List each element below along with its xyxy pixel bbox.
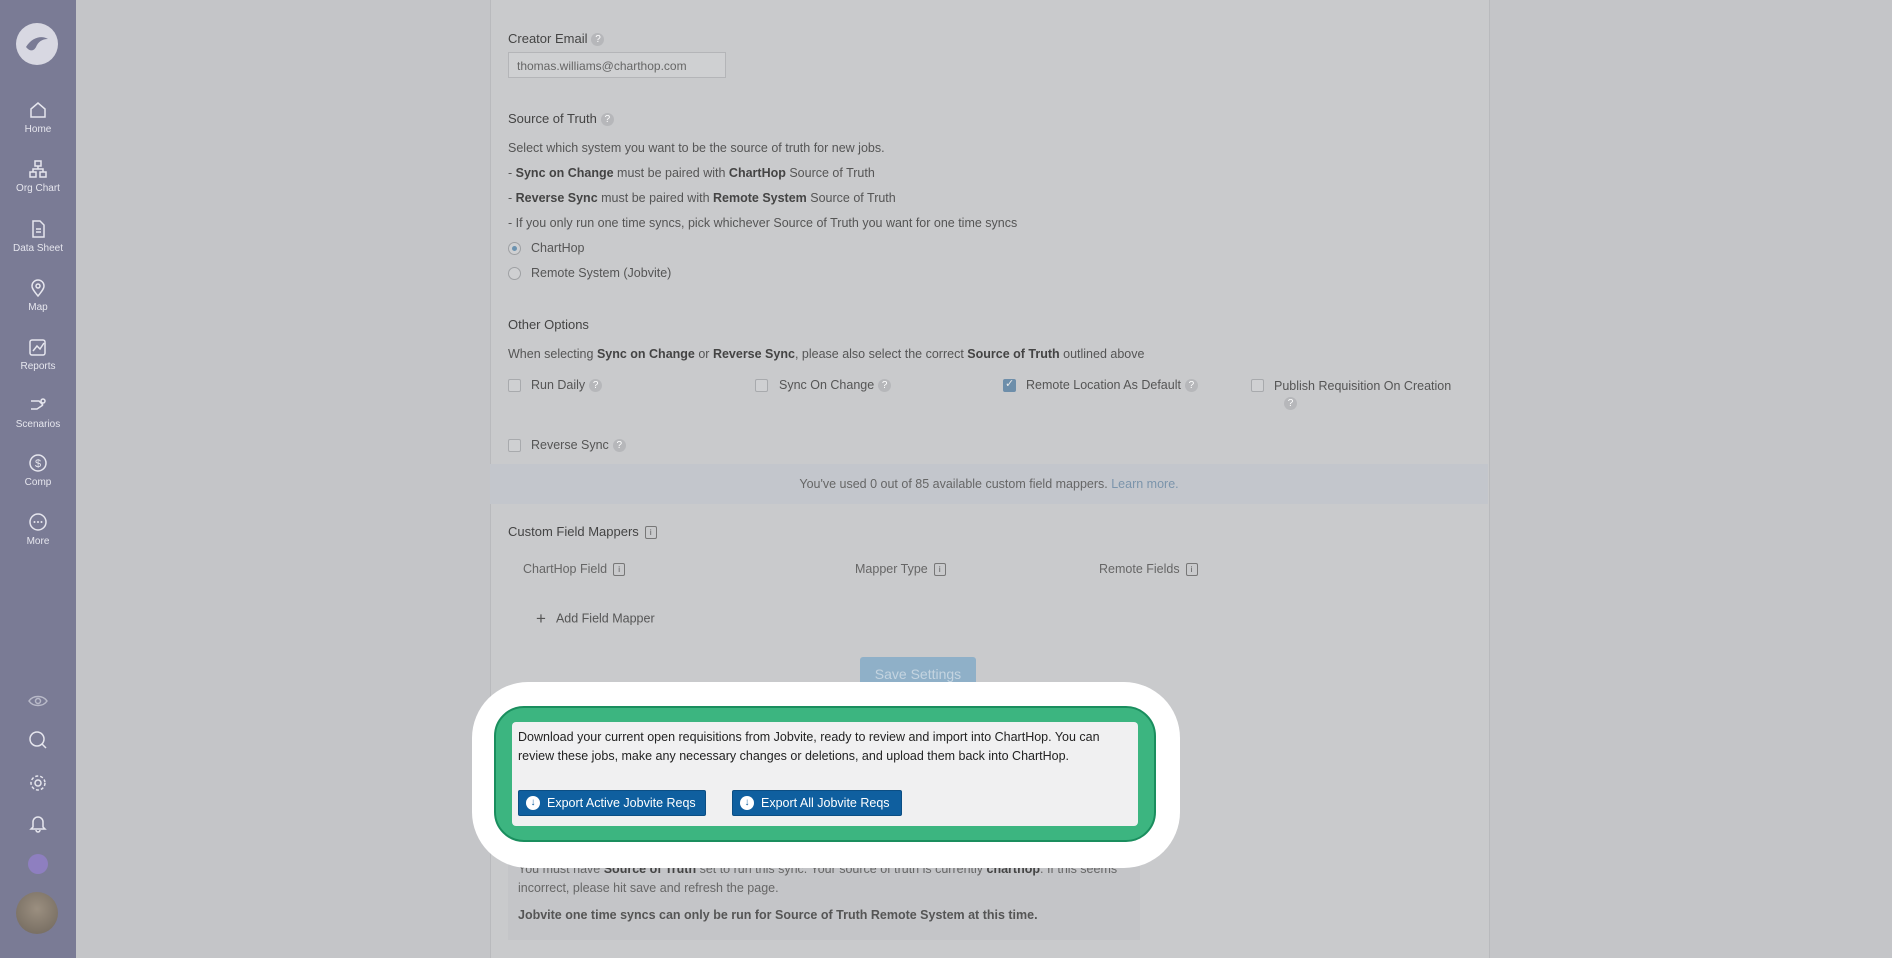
help-icon[interactable]: ? (1284, 397, 1297, 411)
creator-email-field[interactable]: thomas.williams@charthop.com (508, 52, 726, 78)
gear-icon[interactable] (25, 770, 51, 796)
custom-field-mappers-title: Custom Field Mappers i (508, 524, 657, 540)
nav-item-map[interactable]: Map (0, 278, 76, 313)
data-sheet-icon (32, 220, 45, 238)
sot-rule-sync-on-change: - Sync on Change must be paired with Cha… (508, 166, 875, 180)
plus-icon: + (536, 609, 546, 628)
run-daily-label: Run Daily? (531, 378, 603, 393)
help-icon[interactable]: ? (600, 113, 614, 127)
svg-text:$: $ (35, 458, 41, 470)
info-icon[interactable]: i (933, 563, 946, 577)
remote-location-label: Remote Location As Default? (1026, 378, 1198, 393)
other-options-intro: When selecting Sync on Change or Reverse… (508, 347, 1145, 361)
nav-item-more[interactable]: More (0, 512, 76, 547)
info-icon[interactable]: i (1185, 563, 1198, 577)
nav-item-home[interactable]: Home (0, 100, 76, 135)
more-icon (29, 513, 47, 531)
left-sidebar: Home Org Chart Data Sheet Map Reports Sc… (0, 0, 76, 958)
col-charthop-field: ChartHop Field i (523, 562, 626, 577)
radio-charthop-label: ChartHop (531, 241, 585, 255)
source-of-truth-label: Source of Truth? (508, 111, 614, 127)
checkbox-run-daily[interactable] (508, 379, 521, 392)
checkbox-sync-on-change[interactable] (755, 379, 768, 392)
col-mapper-type: Mapper Type i (855, 562, 946, 577)
export-jobvite-reqs-card: Download your current open requisitions … (512, 722, 1138, 826)
learn-more-link[interactable]: Learn more. (1111, 477, 1178, 491)
org-chart-icon (29, 160, 47, 178)
help-icon[interactable]: ? (1184, 379, 1198, 393)
nav-item-reports[interactable]: Reports (0, 337, 76, 372)
logo-bird-icon (26, 37, 48, 51)
radio-remote-label: Remote System (Jobvite) (531, 266, 672, 280)
nav-item-data-sheet[interactable]: Data Sheet (0, 219, 76, 254)
user-avatar[interactable] (16, 892, 58, 934)
help-icon[interactable]: ? (612, 439, 626, 453)
reports-icon (29, 339, 46, 356)
sync-on-change-label: Sync On Change? (779, 378, 892, 393)
checkbox-reverse-sync[interactable] (508, 439, 521, 452)
download-icon: ↓ (740, 796, 754, 810)
publish-requisition-label: Publish Requisition On Creation? (1274, 379, 1452, 411)
export-active-jobvite-reqs-button[interactable]: ↓ Export Active Jobvite Reqs (518, 790, 706, 816)
app-logo[interactable] (16, 23, 58, 65)
nav-item-org-chart[interactable]: Org Chart (0, 159, 76, 194)
info-icon[interactable]: i (644, 526, 657, 540)
scenarios-icon (31, 398, 46, 410)
reverse-sync-label: Reverse Sync? (531, 438, 626, 453)
info-icon[interactable]: i (613, 563, 626, 577)
radio-remote-system[interactable] (508, 267, 521, 280)
nav-label: Data Sheet (12, 243, 64, 254)
nav-label: Comp (24, 477, 52, 488)
other-options-label: Other Options (508, 317, 589, 332)
warning-line-2: incorrect, please hit save and refresh t… (518, 881, 779, 895)
nav-label: Scenarios (15, 419, 61, 430)
search-icon[interactable] (25, 727, 51, 753)
nav-item-scenarios[interactable]: Scenarios (0, 395, 76, 430)
sot-rule-one-time: - If you only run one time syncs, pick w… (508, 216, 1018, 230)
eye-icon[interactable] (25, 688, 51, 714)
dollar-icon: $ (29, 454, 47, 472)
add-field-mapper-button[interactable]: + Add Field Mapper (536, 609, 655, 629)
radio-charthop[interactable] (508, 242, 521, 255)
checkbox-publish-requisition[interactable] (1251, 379, 1264, 392)
checkbox-remote-location-default[interactable] (1003, 377, 1016, 392)
sot-rule-reverse-sync: - Reverse Sync must be paired with Remot… (508, 191, 896, 205)
nav-label: Org Chart (16, 183, 60, 194)
help-icon[interactable]: ? (878, 379, 892, 393)
col-remote-fields: Remote Fields i (1099, 562, 1198, 577)
help-icon[interactable]: ? (591, 33, 605, 47)
download-icon: ↓ (526, 796, 540, 810)
nav-label: Home (24, 124, 52, 135)
sot-intro: Select which system you want to be the s… (508, 141, 885, 155)
export-description: Download your current open requisitions … (518, 730, 1100, 763)
workspace-avatar[interactable] (28, 854, 48, 874)
map-pin-icon (31, 279, 45, 298)
creator-email-label: Creator Email? (508, 31, 605, 47)
warning-line-3: Jobvite one time syncs can only be run f… (518, 908, 1038, 922)
nav-label: More (26, 536, 50, 547)
nav-item-comp[interactable]: $ Comp (0, 453, 76, 488)
bell-icon[interactable] (25, 810, 51, 836)
export-all-jobvite-reqs-button[interactable]: ↓ Export All Jobvite Reqs (732, 790, 902, 816)
field-mapper-usage-banner: You've used 0 out of 85 available custom… (490, 464, 1488, 504)
help-icon[interactable]: ? (589, 379, 603, 393)
home-icon (30, 102, 46, 118)
nav-label: Reports (20, 361, 56, 372)
nav-label: Map (28, 302, 48, 313)
